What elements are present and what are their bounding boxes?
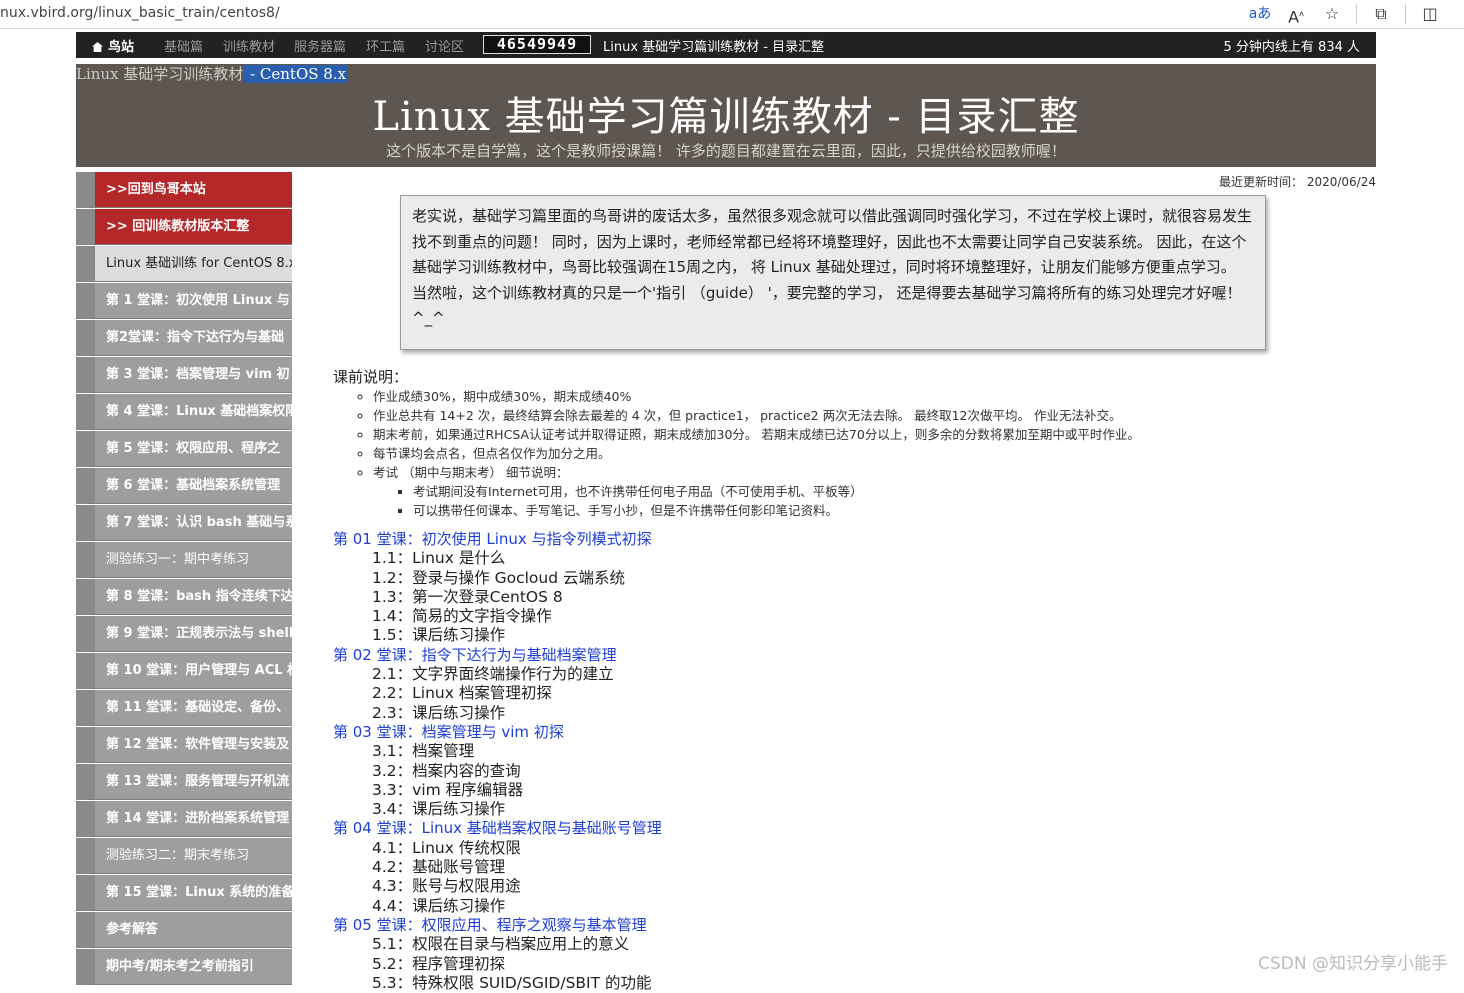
sidebar-item-lesson-3[interactable]: 第 3 堂课：档案管理与 vim 初 [76,357,292,393]
toc-section[interactable]: 5.1：权限在目录与档案应用上的意义 [333,935,662,954]
page-subtitle: 这个版本不是自学篇，这个是教师授课篇！ 许多的题目都建置在云里面，因此，只提供给… [386,142,1066,160]
csdn-watermark: CSDN @知识分享小能手 [1258,954,1448,974]
toc-section[interactable]: 1.4：简易的文字指令操作 [333,607,662,626]
sidebar-item-lesson-10[interactable]: 第 10 堂课：用户管理与 ACL 权 [76,653,292,689]
intro-note: 老实说，基础学习篇里面的鸟哥讲的废话太多，虽然很多观念就可以借此强调同时强化学习… [400,195,1266,350]
toc-section[interactable]: 1.2：登录与操作 Gocloud 云端系统 [333,569,662,588]
toc-section[interactable]: 3.3：vim 程序编辑器 [333,781,662,800]
sidebar-item-lesson-11[interactable]: 第 11 堂课：基础设定、备份、 [76,690,292,726]
toc-section[interactable]: 1.1：Linux 是什么 [333,549,662,568]
toc-lesson-04[interactable]: 第 04 堂课：Linux 基础档案权限与基础账号管理 [333,819,662,838]
sidebar-item-home[interactable]: >>回到鸟哥本站 [76,172,292,208]
exam-rules-list: 考试期间没有Internet可用，也不许携带任何电子用品（不可使用手机、平板等）… [373,482,1140,520]
table-of-contents: 第 01 堂课：初次使用 Linux 与指令列模式初探 1.1：Linux 是什… [333,530,662,993]
toc-lesson-03[interactable]: 第 03 堂课：档案管理与 vim 初探 [333,723,662,742]
nav-basic[interactable]: 基础篇 [164,36,203,55]
extensions-icon[interactable]: ⧉ [1369,3,1393,25]
toc-section[interactable]: 2.2：Linux 档案管理初探 [333,684,662,703]
toc-section[interactable]: 3.1：档案管理 [333,742,662,761]
sidebar-item-lesson-9[interactable]: 第 9 堂课：正规表示法与 shell [76,616,292,652]
sidebar-item-lesson-2[interactable]: 第2堂课：指令下达行为与基础 [76,320,292,356]
sidebar-item-midterm[interactable]: 测验练习一：期中考练习 [76,542,292,578]
sidebar-item-final[interactable]: 测验练习二：期末考练习 [76,838,292,874]
list-item: 考试 （期中与期末考） 细节说明： 考试期间没有Internet可用，也不许携带… [373,463,1140,520]
visit-counter: 46549949 [483,35,591,54]
sidebar-item-lesson-13[interactable]: 第 13 堂课：服务管理与开机流 [76,764,292,800]
sidebar: >>回到鸟哥本站 >> 回训练教材版本汇整 Linux 基础训练 for Cen… [76,172,292,986]
toc-section[interactable]: 3.2：档案内容的查询 [333,762,662,781]
toc-section[interactable]: 5.3：特殊权限 SUID/SGID/SBIT 的功能 [333,974,662,993]
header-banner: Linux 基础学习训练教材 - CentOS 8.x Linux 基础学习篇训… [76,64,1376,167]
toc-lesson-01[interactable]: 第 01 堂课：初次使用 Linux 与指令列模式初探 [333,530,662,549]
breadcrumb-parent[interactable]: Linux 基础学习训练教材 [76,65,243,83]
browser-actions: aあ Aʌ ☆ ⧉ ◫ [1248,3,1442,26]
toolbar-divider [1356,4,1357,24]
toc-lesson-05[interactable]: 第 05 堂课：权限应用、程序之观察与基本管理 [333,916,662,935]
toc-section[interactable]: 2.1：文字界面终端操作行为的建立 [333,665,662,684]
sidebar-item-lesson-4[interactable]: 第 4 堂课：Linux 基础档案权限 [76,394,292,430]
site-top-nav: 鸟站 基础篇 训练教材 服务器篇 环工篇 讨论区 46549949 Linux … [76,32,1376,58]
list-item: 可以携带任何课本、手写笔记、手写小抄，但是不许携带任何影印笔记资料。 [413,501,1140,520]
toc-lesson-02[interactable]: 第 02 堂课：指令下达行为与基础档案管理 [333,646,662,665]
toc-section[interactable]: 2.3：课后练习操作 [333,704,662,723]
sidebar-item-lesson-1[interactable]: 第 1 堂课：初次使用 Linux 与 [76,283,292,319]
toc-section[interactable]: 4.4：课后练习操作 [333,897,662,916]
online-count: 5 分钟内线上有 834 人 [1223,40,1360,55]
toolbar-divider [1405,4,1406,24]
pre-class-list: 作业成绩30%，期中成绩30%，期末成绩40% 作业总共有 14+2 次，最终结… [353,387,1140,520]
last-updated: 最近更新时间： 2020/06/24 [1219,175,1376,189]
nav-server[interactable]: 服务器篇 [294,36,346,55]
address-bar[interactable]: nux.vbird.org/linux_basic_train/centos8/ [0,5,280,21]
read-aloud-icon[interactable]: aあ [1248,3,1272,25]
sidebar-item-lesson-12[interactable]: 第 12 堂课：软件管理与安装及 [76,727,292,763]
toc-section[interactable]: 4.1：Linux 传统权限 [333,839,662,858]
nav-env[interactable]: 环工篇 [366,36,405,55]
sidebar-item-answers[interactable]: 参考解答 [76,912,292,948]
list-item: 考试期间没有Internet可用，也不许携带任何电子用品（不可使用手机、平板等） [413,482,1140,501]
split-screen-icon[interactable]: ◫ [1418,3,1442,25]
toc-section[interactable]: 1.3：第一次登录CentOS 8 [333,588,662,607]
font-icon[interactable]: Aʌ [1284,3,1308,26]
sidebar-item-lesson-15[interactable]: 第 15 堂课：Linux 系统的准备 [76,875,292,911]
breadcrumb-current[interactable]: - CentOS 8.x [243,65,349,83]
toc-section[interactable]: 4.3：账号与权限用途 [333,877,662,896]
list-item: 期末考前，如果通过RHCSA认证考试并取得证照，期末成绩加30分。 若期末成绩已… [373,425,1140,444]
toc-section[interactable]: 1.5：课后练习操作 [333,626,662,645]
sidebar-item-lesson-14[interactable]: 第 14 堂课：进阶档案系统管理 [76,801,292,837]
sidebar-item-lesson-6[interactable]: 第 6 堂课：基础档案系统管理 [76,468,292,504]
sidebar-item-current[interactable]: Linux 基础训练 for CentOS 8.x [76,246,292,282]
nav-forum[interactable]: 讨论区 [425,36,464,55]
nav-page-title: Linux 基础学习篇训练教材 - 目录汇整 [603,40,825,55]
list-item: 作业总共有 14+2 次，最终结算会除去最差的 4 次，但 practice1，… [373,406,1140,425]
toc-section[interactable]: 5.2：程序管理初探 [333,955,662,974]
list-item: 每节课均会点名，但点名仅作为加分之用。 [373,444,1140,463]
toc-section[interactable]: 4.2：基础账号管理 [333,858,662,877]
sidebar-item-lesson-7[interactable]: 第 7 堂课：认识 bash 基础与系 [76,505,292,541]
home-icon [92,42,103,52]
toc-section[interactable]: 3.4：课后练习操作 [333,800,662,819]
sidebar-item-lesson-8[interactable]: 第 8 堂课：bash 指令连续下达 [76,579,292,615]
home-link[interactable]: 鸟站 [92,36,134,55]
browser-toolbar: nux.vbird.org/linux_basic_train/centos8/… [0,0,1464,29]
breadcrumb: Linux 基础学习训练教材 - CentOS 8.x [76,64,349,84]
sidebar-item-lesson-5[interactable]: 第 5 堂课：权限应用、程序之 [76,431,292,467]
pre-class-heading: 课前说明： [333,368,409,386]
sidebar-item-versions[interactable]: >> 回训练教材版本汇整 [76,209,292,245]
favorite-star-icon[interactable]: ☆ [1320,3,1344,25]
nav-training[interactable]: 训练教材 [223,36,275,55]
page-title: Linux 基础学习篇训练教材 - 目录汇整 [372,94,1080,140]
list-item: 作业成绩30%，期中成绩30%，期末成绩40% [373,387,1140,406]
